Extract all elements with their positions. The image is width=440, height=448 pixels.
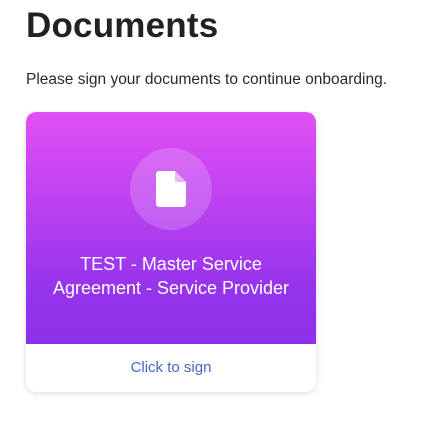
document-card[interactable]: TEST - Master Service Agreement - Servic… <box>26 112 316 392</box>
click-to-sign-link[interactable]: Click to sign <box>26 344 316 392</box>
documents-page: Documents Please sign your documents to … <box>0 0 440 448</box>
document-name: TEST - Master Service Agreement - Servic… <box>52 254 290 298</box>
page-subtitle: Please sign your documents to continue o… <box>26 71 388 88</box>
page-title: Documents <box>26 6 219 45</box>
document-card-banner: TEST - Master Service Agreement - Servic… <box>26 112 316 344</box>
document-icon-circle <box>130 148 212 230</box>
document-icon <box>156 171 186 207</box>
